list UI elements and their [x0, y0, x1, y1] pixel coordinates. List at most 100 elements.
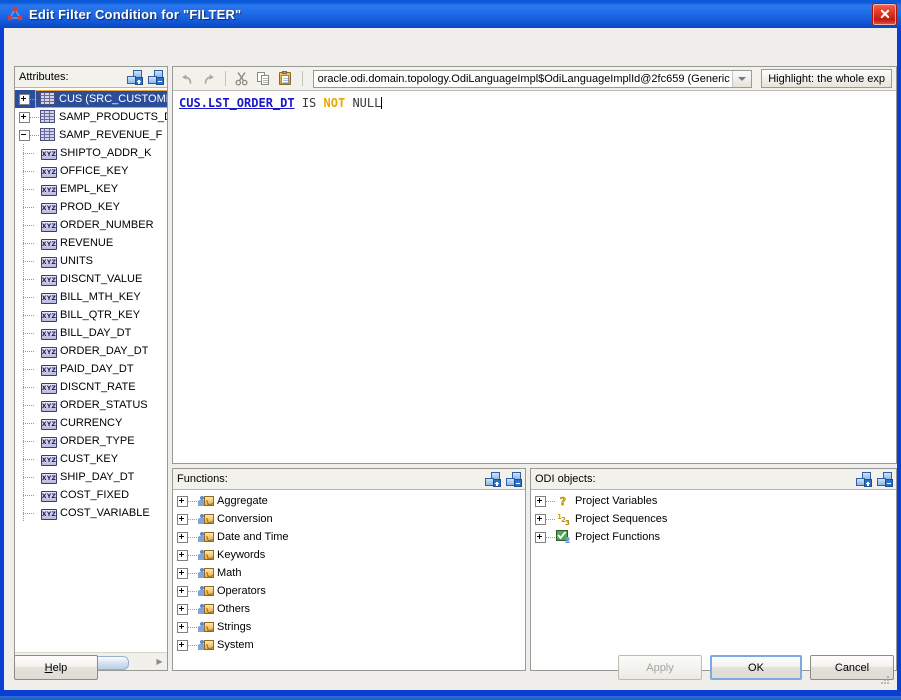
expand-node-icon[interactable] — [535, 513, 546, 525]
tree-item[interactable]: XYZ DISCNT_VALUE — [15, 270, 167, 288]
expand-node-icon[interactable] — [535, 495, 546, 507]
expand-node-icon[interactable] — [177, 621, 188, 633]
odi-objects-tree-item[interactable]: ? Project Variables — [531, 492, 896, 510]
tree-item[interactable]: XYZ ORDER_TYPE — [15, 432, 167, 450]
functions-tree-item-label: Math — [217, 567, 242, 579]
tree-item[interactable]: XYZ ORDER_STATUS — [15, 396, 167, 414]
column-icon: XYZ — [41, 364, 57, 376]
language-combo[interactable]: oracle.odi.domain.topology.OdiLanguageIm… — [312, 69, 753, 88]
functions-tree-item[interactable]: Strings — [173, 618, 525, 636]
expand-node-icon[interactable] — [177, 531, 188, 543]
tree-item[interactable]: XYZ SHIPTO_ADDR_K — [15, 144, 167, 162]
chevron-down-icon[interactable] — [732, 70, 752, 87]
tree-connector — [188, 585, 198, 598]
expand-node-icon[interactable] — [177, 585, 188, 597]
tree-item[interactable]: XYZ SHIP_DAY_DT — [15, 468, 167, 486]
tree-item[interactable]: XYZ REVENUE — [15, 234, 167, 252]
redo-icon[interactable] — [199, 69, 218, 89]
tree-item[interactable]: SAMP_REVENUE_F — [15, 126, 167, 144]
expand-node-icon[interactable] — [177, 495, 188, 507]
svg-text:?: ? — [560, 495, 566, 508]
expand-node-icon[interactable] — [19, 93, 30, 105]
expand-node-icon[interactable] — [177, 513, 188, 525]
attributes-panel-tools — [127, 70, 164, 85]
tree-item[interactable]: XYZ ORDER_DAY_DT — [15, 342, 167, 360]
cut-icon[interactable] — [232, 69, 251, 89]
tree-indent — [17, 216, 41, 234]
odi-objects-tree-item[interactable]: Project Functions — [531, 528, 896, 546]
tree-indent — [17, 342, 41, 360]
tree-item[interactable]: XYZ PROD_KEY — [15, 198, 167, 216]
resize-grip[interactable] — [879, 674, 891, 686]
tree-item[interactable]: XYZ OFFICE_KEY — [15, 162, 167, 180]
copy-icon[interactable] — [254, 69, 273, 89]
tree-item[interactable]: XYZ COST_FIXED — [15, 486, 167, 504]
title-bar: Edit Filter Condition for "FILTER" — [0, 0, 901, 28]
tree-item-label: COST_FIXED — [60, 489, 130, 501]
expand-node-icon[interactable] — [177, 549, 188, 561]
tree-item[interactable]: XYZ ORDER_NUMBER — [15, 216, 167, 234]
expand-node-icon[interactable] — [19, 111, 30, 123]
tree-item[interactable]: XYZ COST_VARIABLE — [15, 504, 167, 522]
functions-tree-item[interactable]: Date and Time — [173, 528, 525, 546]
collapse-all-icon[interactable] — [877, 472, 893, 487]
tree-item[interactable]: SAMP_PRODUCTS_D — [15, 108, 167, 126]
expand-node-icon[interactable] — [177, 567, 188, 579]
column-icon: XYZ — [41, 292, 57, 304]
functions-tree-item[interactable]: Aggregate — [173, 492, 525, 510]
odi-objects-tree-item-label: Project Sequences — [575, 513, 668, 525]
expand-node-icon[interactable] — [177, 603, 188, 615]
help-button[interactable]: Help — [14, 655, 98, 680]
function-folder-icon — [198, 548, 214, 562]
tree-item-label: PROD_KEY — [60, 201, 120, 213]
toolbar-separator-2 — [301, 71, 303, 86]
expand-all-icon[interactable] — [856, 472, 872, 487]
attributes-tree[interactable]: CUS (SRC_CUSTOMER SAMP_PRODUCTS_D SAMP_REV… — [15, 88, 167, 651]
expand-node-icon[interactable] — [535, 531, 546, 543]
tree-item[interactable]: XYZ BILL_MTH_KEY — [15, 288, 167, 306]
function-folder-icon — [198, 584, 214, 598]
taskbar-sliver — [0, 696, 901, 700]
tree-item[interactable]: CUS (SRC_CUSTOMER — [15, 90, 167, 108]
apply-button[interactable]: Apply — [618, 655, 702, 680]
odi-objects-panel: ODI objects: ? Project Variables 1 2 3 Projec… — [530, 468, 897, 671]
functions-tree-item[interactable]: Conversion — [173, 510, 525, 528]
tree-item[interactable]: XYZ CUST_KEY — [15, 450, 167, 468]
collapse-node-icon[interactable] — [19, 129, 30, 141]
column-icon: XYZ — [41, 382, 57, 394]
tree-item[interactable]: XYZ CURRENCY — [15, 414, 167, 432]
paste-icon[interactable] — [276, 69, 295, 89]
tree-item-label: ORDER_DAY_DT — [60, 345, 149, 357]
column-icon: XYZ — [41, 508, 57, 520]
tree-item[interactable]: XYZ UNITS — [15, 252, 167, 270]
tree-item-label: SAMP_PRODUCTS_D — [59, 111, 167, 123]
function-folder-icon — [198, 530, 214, 544]
ok-button[interactable]: OK — [710, 655, 802, 680]
tree-item[interactable]: XYZ BILL_DAY_DT — [15, 324, 167, 342]
tree-item[interactable]: XYZ BILL_QTR_KEY — [15, 306, 167, 324]
tree-item[interactable]: XYZ PAID_DAY_DT — [15, 360, 167, 378]
expand-all-icon[interactable] — [485, 472, 501, 487]
tree-item[interactable]: XYZ DISCNT_RATE — [15, 378, 167, 396]
tree-connector — [30, 129, 40, 142]
functions-tree-item[interactable]: Operators — [173, 582, 525, 600]
highlight-button[interactable]: Highlight: the whole exp — [761, 69, 893, 88]
function-icon — [556, 530, 572, 544]
column-icon: XYZ — [41, 436, 57, 448]
functions-tree-item[interactable]: Keywords — [173, 546, 525, 564]
collapse-all-icon[interactable] — [506, 472, 522, 487]
tree-indent — [17, 324, 41, 342]
odi-objects-tree-item[interactable]: 1 2 3 Project Sequences — [531, 510, 896, 528]
column-icon: XYZ — [41, 454, 57, 466]
collapse-all-icon[interactable] — [148, 70, 164, 85]
undo-icon[interactable] — [177, 69, 196, 89]
tree-item[interactable]: XYZ EMPL_KEY — [15, 180, 167, 198]
expression-text-area[interactable]: CUS.LST_ORDER_DT IS NOT NULL — [173, 91, 896, 463]
functions-tree-item[interactable]: Others — [173, 600, 525, 618]
expand-all-icon[interactable] — [127, 70, 143, 85]
functions-tree-item[interactable]: Math — [173, 564, 525, 582]
tree-item-label: ORDER_NUMBER — [60, 219, 154, 231]
close-icon[interactable] — [872, 2, 897, 26]
column-icon: XYZ — [41, 166, 57, 178]
window-controls — [872, 2, 901, 26]
